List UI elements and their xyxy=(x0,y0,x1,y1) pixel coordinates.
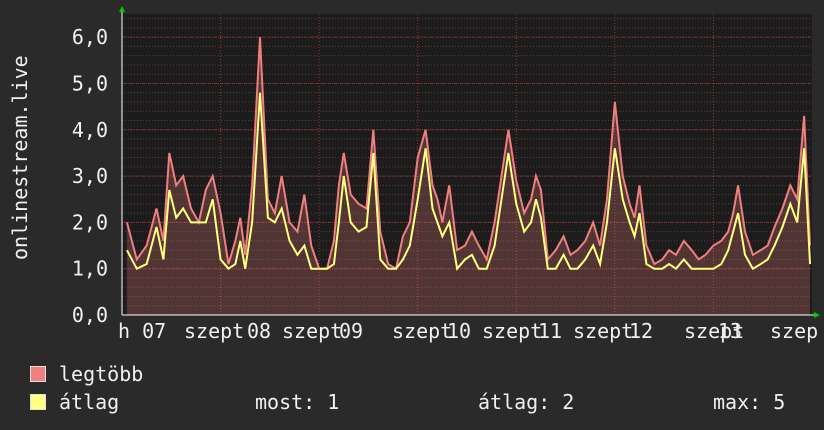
legend-max: legtöbb xyxy=(30,362,143,386)
y-tick-label: 3,0 xyxy=(72,164,108,188)
x-tick-label: h 07 xyxy=(118,319,166,343)
legend-avg-label: átlag xyxy=(59,390,120,414)
y-tick-label: 5,0 xyxy=(72,71,108,95)
x-tick-labels: h 07 szept 08 szept09 szept10 szept11 szept12 s… xyxy=(118,319,818,343)
stat-avg: átlag: 2 xyxy=(478,390,575,414)
y-tick-label: 2,0 xyxy=(72,210,108,234)
y-tick-labels: 0,0 1,0 2,0 3,0 4,0 5,0 6,0 xyxy=(72,25,108,327)
x-tick-label: szept xyxy=(482,319,542,343)
x-tick-label: szept xyxy=(282,319,342,343)
x-tick-label: 13 xyxy=(718,319,742,343)
x-tick-label: szep xyxy=(770,319,818,343)
chart-stage: 0,0 1,0 2,0 3,0 4,0 5,0 6,0 h 07 szept 08 szept 09… xyxy=(0,0,824,430)
x-tick-label: 08 xyxy=(247,319,271,343)
y-tick-label: 6,0 xyxy=(72,25,108,49)
x-tick-label: szept xyxy=(573,319,633,343)
legend-avg: átlag xyxy=(30,390,119,414)
y-axis-arrow-icon xyxy=(119,6,125,12)
x-tick-label: 12 xyxy=(629,319,653,343)
y-tick-label: 4,0 xyxy=(72,118,108,142)
y-tick-label: 0,0 xyxy=(72,303,108,327)
legend-max-swatch xyxy=(30,366,46,382)
stat-max: max: 5 xyxy=(713,390,786,414)
x-tick-label: 09 xyxy=(339,319,363,343)
legend-max-label: legtöbb xyxy=(59,362,144,386)
x-tick-label: szept xyxy=(392,319,452,343)
y-tick-label: 1,0 xyxy=(72,257,108,281)
x-tick-label: szept xyxy=(184,319,244,343)
y-axis-label: onlinestream.live xyxy=(8,55,32,260)
x-tick-label: 10 xyxy=(447,319,471,343)
x-axis-arrow-icon xyxy=(814,312,820,318)
legend-avg-swatch xyxy=(30,394,46,410)
stat-now: most: 1 xyxy=(255,390,340,414)
chart-svg: 0,01,02,03,04,05,06,0 h 07 szept 08 szept09… xyxy=(72,6,820,343)
x-tick-label: 11 xyxy=(538,319,562,343)
